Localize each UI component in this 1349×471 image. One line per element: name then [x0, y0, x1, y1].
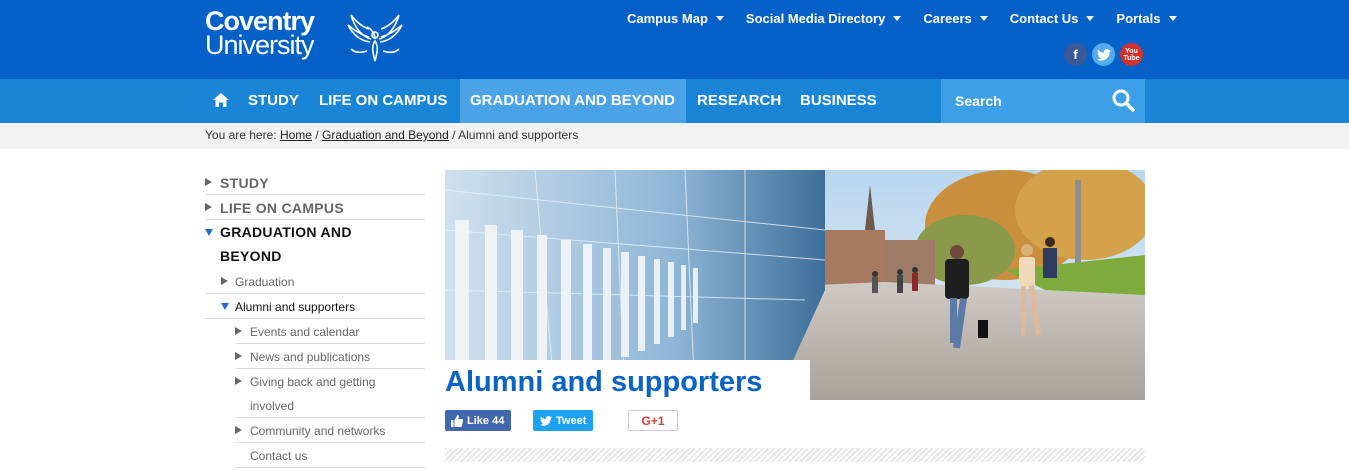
- sidebar-item-graduation-and-beyond[interactable]: GRADUATION AND BEYOND: [205, 220, 425, 269]
- arrow-right-icon: [235, 327, 242, 335]
- chevron-down-icon: [893, 16, 902, 21]
- nav-business[interactable]: BUSINESS: [800, 79, 877, 123]
- social-links: f You Tube: [1064, 43, 1143, 66]
- breadcrumb-home[interactable]: Home: [280, 128, 312, 142]
- sidebar-item-contact-us[interactable]: Contact us: [235, 443, 425, 468]
- arrow-right-icon: [205, 203, 212, 211]
- like-count: 44: [492, 414, 505, 427]
- nav-life-on-campus[interactable]: LIFE ON CAMPUS: [319, 79, 447, 123]
- arrow-right-icon: [221, 277, 228, 285]
- sidebar-item-news-and-publications[interactable]: News and publications: [235, 344, 425, 369]
- sidebar-item-giving-back[interactable]: Giving back and getting involved: [235, 369, 425, 418]
- university-logo[interactable]: Coventry University: [205, 8, 403, 62]
- sidebar-item-alumni-and-supporters[interactable]: Alumni and supporters: [205, 294, 425, 319]
- topnav-careers[interactable]: Careers: [923, 11, 988, 26]
- twitter-icon[interactable]: [1092, 43, 1115, 66]
- topnav-campus-map[interactable]: Campus Map: [627, 11, 724, 26]
- arrow-right-icon: [235, 426, 242, 434]
- chevron-down-icon: [715, 16, 724, 21]
- chevron-down-icon: [979, 16, 988, 21]
- facebook-like-button[interactable]: Like 44: [445, 410, 511, 431]
- sidebar-item-graduation[interactable]: Graduation: [205, 269, 425, 294]
- nav-research[interactable]: RESEARCH: [697, 79, 781, 123]
- arrow-right-icon: [235, 352, 242, 360]
- chevron-down-icon: [1168, 16, 1177, 21]
- sidebar-nav: STUDY LIFE ON CAMPUS GRADUATION AND BEYON…: [205, 170, 425, 468]
- youtube-icon[interactable]: You Tube: [1120, 43, 1143, 66]
- phoenix-logo-icon: [347, 14, 403, 62]
- breadcrumb-bar: You are here: Home / Graduation and Beyo…: [0, 123, 1349, 149]
- twitter-bird-icon: [540, 415, 552, 426]
- facebook-icon[interactable]: f: [1064, 43, 1087, 66]
- arrow-right-icon: [235, 377, 242, 385]
- logo-line-2: University: [205, 30, 315, 60]
- breadcrumb: You are here: Home / Graduation and Beyo…: [205, 128, 579, 142]
- topnav-contact-us[interactable]: Contact Us: [1010, 11, 1095, 26]
- utility-nav: Campus Map Social Media Directory Career…: [627, 11, 1199, 26]
- sidebar-item-events-and-calendar[interactable]: Events and calendar: [235, 319, 425, 344]
- search-box[interactable]: Search: [941, 79, 1145, 123]
- nav-study[interactable]: STUDY: [248, 79, 299, 123]
- chevron-down-icon: [1086, 16, 1095, 21]
- main-nav: STUDY LIFE ON CAMPUS GRADUATION AND BEYO…: [0, 79, 1349, 123]
- section-divider: [445, 448, 1145, 462]
- sidebar-item-community-and-networks[interactable]: Community and networks: [235, 418, 425, 443]
- breadcrumb-current: Alumni and supporters: [458, 128, 579, 142]
- arrow-down-icon: [221, 303, 229, 310]
- search-icon[interactable]: [1111, 88, 1135, 112]
- tweet-button[interactable]: Tweet: [533, 410, 593, 431]
- arrow-down-icon: [205, 229, 213, 236]
- sidebar-item-life-on-campus[interactable]: LIFE ON CAMPUS: [205, 195, 425, 220]
- search-input[interactable]: Search: [955, 93, 1002, 109]
- topnav-social-media-directory[interactable]: Social Media Directory: [746, 11, 902, 26]
- arrow-right-icon: [205, 178, 212, 186]
- breadcrumb-graduation-and-beyond[interactable]: Graduation and Beyond: [322, 128, 449, 142]
- nav-graduation-and-beyond[interactable]: GRADUATION AND BEYOND: [460, 79, 686, 123]
- page-title: Alumni and supporters: [445, 366, 763, 398]
- sidebar-item-study[interactable]: STUDY: [205, 170, 425, 195]
- google-plus-button[interactable]: G+1: [628, 410, 678, 431]
- home-icon[interactable]: [213, 93, 229, 107]
- thumbs-up-icon: [451, 414, 463, 427]
- topnav-portals[interactable]: Portals: [1116, 11, 1177, 26]
- site-header: Coventry University Campus Map Social Me…: [0, 0, 1349, 79]
